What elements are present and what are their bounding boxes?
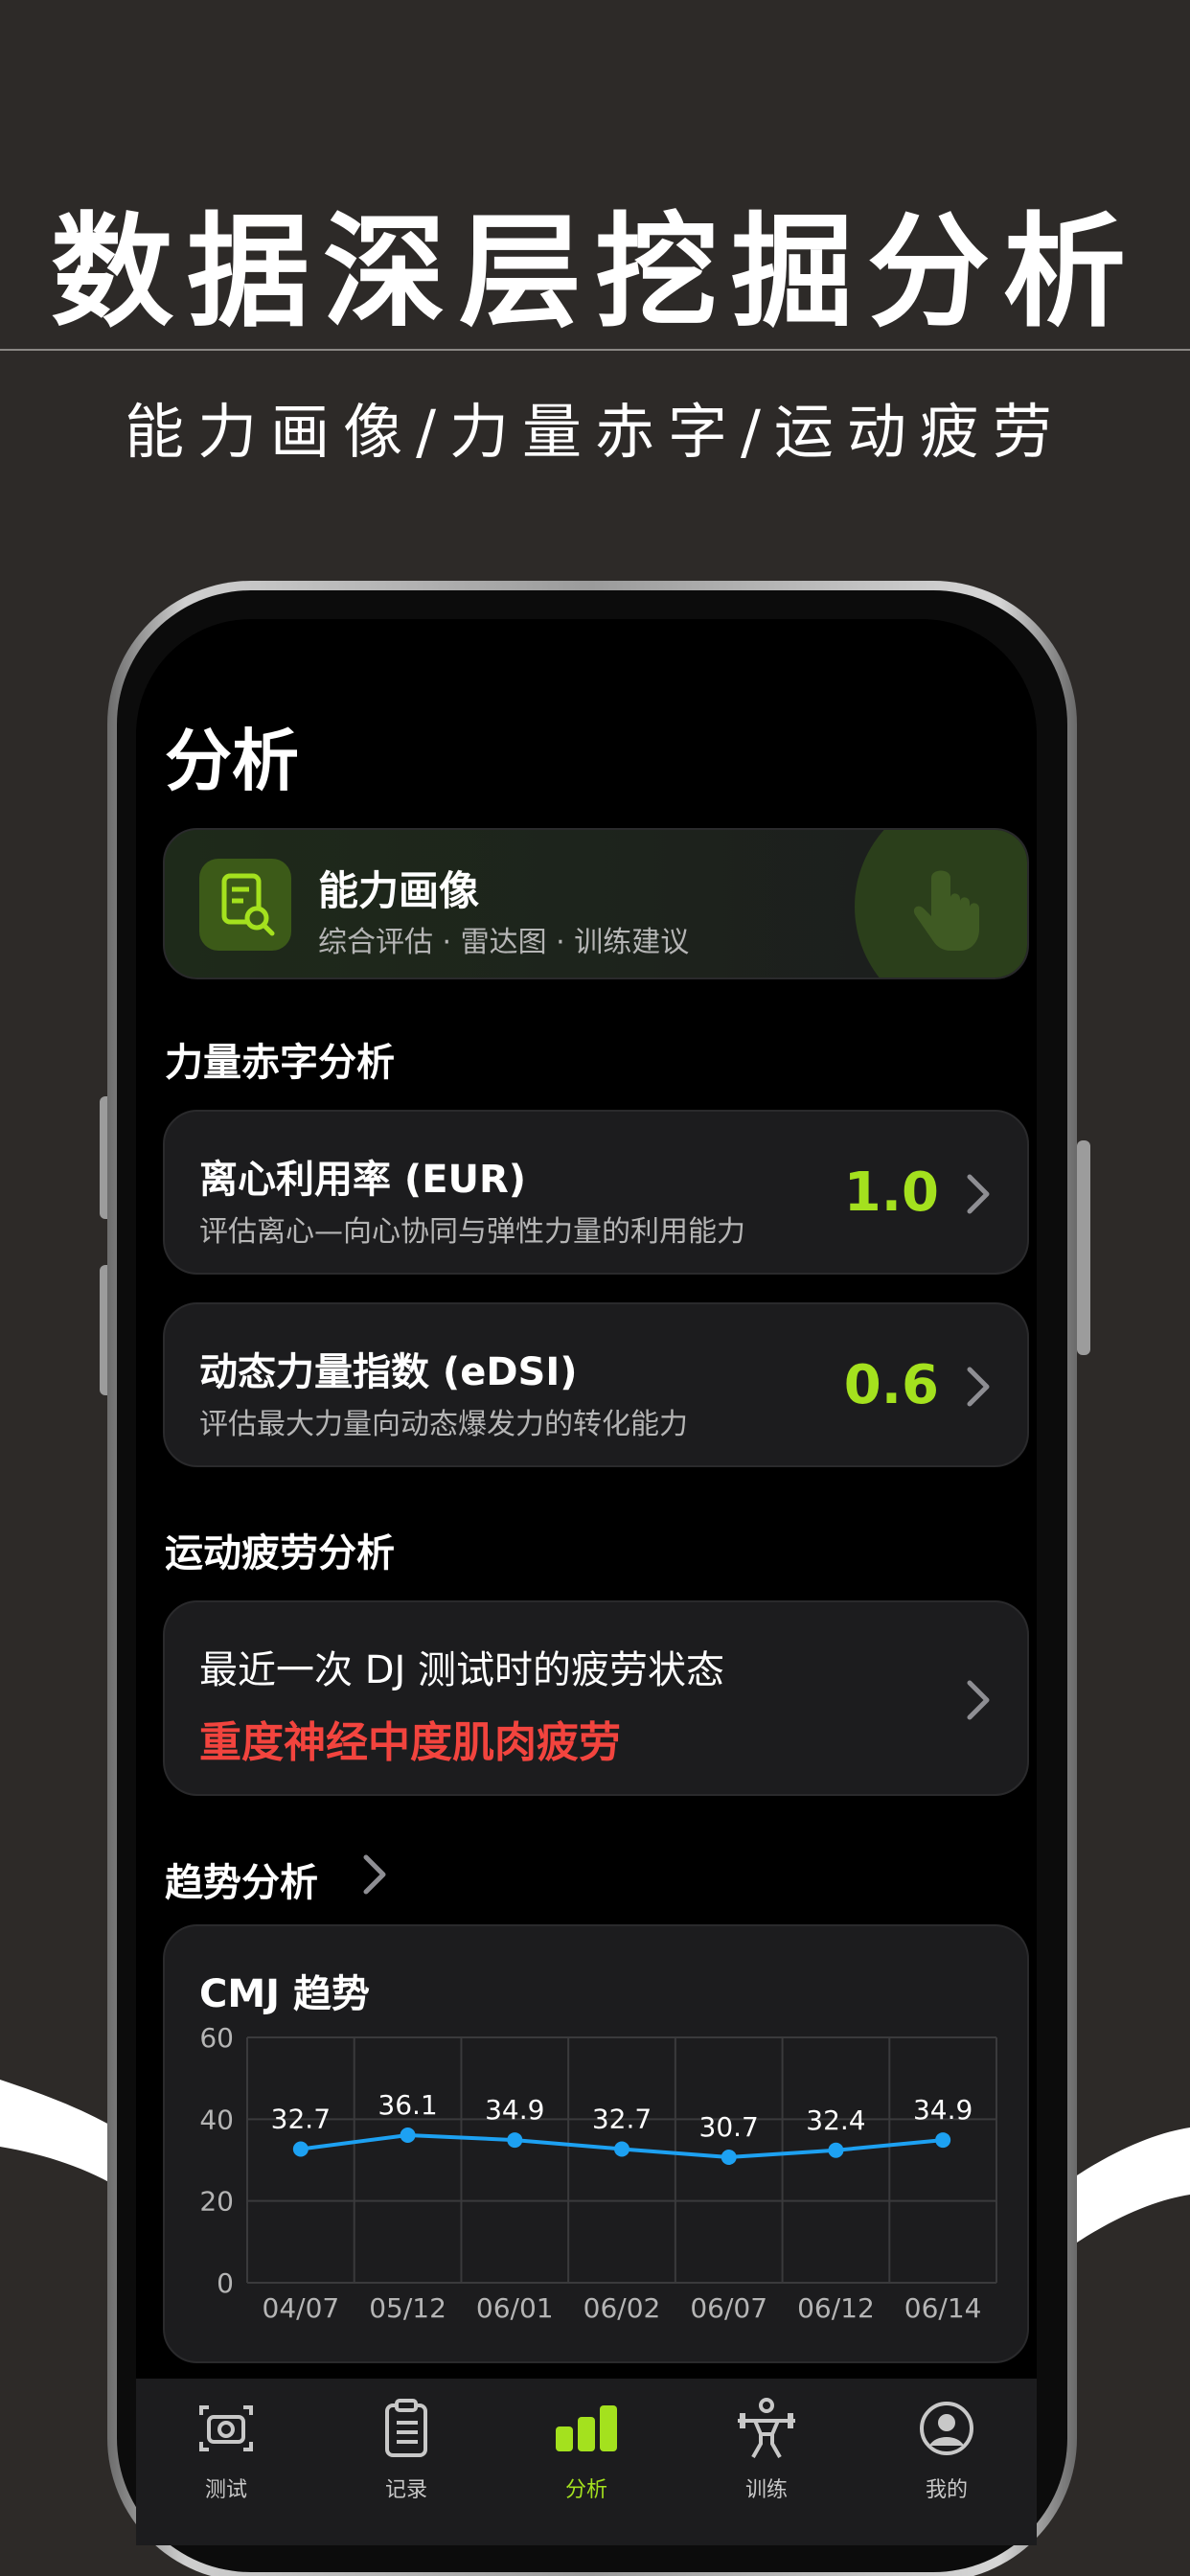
chevron-right-icon bbox=[363, 1854, 386, 1895]
metric-value: 0.6 bbox=[843, 1354, 939, 1416]
x-tick-label: 06/02 bbox=[584, 2292, 661, 2324]
metric-title: 动态力量指数 (eDSI) bbox=[199, 1350, 578, 1394]
data-point bbox=[292, 2141, 309, 2157]
tap-hand-icon bbox=[913, 870, 979, 951]
page-title: 分析 bbox=[165, 722, 299, 800]
y-tick-label: 60 bbox=[199, 2022, 234, 2054]
tab-label: 训练 bbox=[744, 2478, 788, 2502]
promo-divider bbox=[0, 349, 1190, 351]
fatigue-status-card[interactable]: 最近一次 DJ 测试时的疲劳状态 重度神经中度肌肉疲劳 bbox=[163, 1600, 1029, 1796]
ability-profile-card[interactable]: 能力画像 综合评估 · 雷达图 · 训练建议 bbox=[163, 828, 1029, 979]
tab-profile[interactable]: 我的 bbox=[857, 2379, 1037, 2545]
bar-chart-icon bbox=[556, 2405, 617, 2451]
profile-subtitle: 综合评估 · 雷达图 · 训练建议 bbox=[318, 926, 690, 959]
promo-headline: 数据深层挖掘分析 bbox=[50, 201, 1139, 344]
data-point bbox=[614, 2141, 629, 2157]
strength-deficit-section-label: 力量赤字分析 bbox=[165, 1041, 395, 1085]
data-point bbox=[721, 2150, 737, 2166]
weightlifter-icon bbox=[738, 2398, 795, 2458]
cmj-line-chart: 0 20 40 60 04/07 05/12 06/01 06/02 06/07 06/12 06/… bbox=[199, 2022, 997, 2324]
y-tick-label: 40 bbox=[199, 2104, 234, 2135]
tab-label: 记录 bbox=[384, 2478, 427, 2502]
data-label: 34.9 bbox=[913, 2094, 973, 2126]
fatigue-title: 最近一次 DJ 测试时的疲劳状态 bbox=[199, 1648, 725, 1692]
tab-label: 测试 bbox=[204, 2478, 247, 2502]
tab-records[interactable]: 记录 bbox=[316, 2379, 496, 2545]
data-label: 34.9 bbox=[485, 2094, 544, 2126]
clipboard-icon bbox=[385, 2399, 427, 2457]
x-tick-label: 04/07 bbox=[263, 2292, 340, 2324]
fatigue-section-label: 运动疲劳分析 bbox=[165, 1531, 395, 1576]
cmj-trend-chart-card: CMJ 趋势 0 20 40 60 04/07 05/12 06/01 06/02 06/07 0… bbox=[163, 1924, 1029, 2363]
fatigue-status: 重度神经中度肌肉疲劳 bbox=[199, 1718, 621, 1767]
y-tick-label: 20 bbox=[199, 2186, 234, 2218]
data-point bbox=[935, 2132, 951, 2149]
camera-icon bbox=[199, 2405, 253, 2451]
trend-analysis-link[interactable]: 趋势分析 bbox=[165, 1852, 386, 1907]
data-point bbox=[507, 2132, 523, 2149]
data-label: 32.7 bbox=[592, 2103, 652, 2134]
x-tick-label: 06/07 bbox=[690, 2292, 767, 2324]
profile-icon bbox=[199, 859, 291, 951]
x-tick-label: 06/01 bbox=[476, 2292, 554, 2324]
metric-title: 离心利用率 (EUR) bbox=[199, 1158, 527, 1202]
tab-training[interactable]: 训练 bbox=[676, 2379, 857, 2545]
metric-value: 1.0 bbox=[843, 1162, 939, 1224]
chevron-right-icon bbox=[967, 1367, 990, 1407]
data-label: 36.1 bbox=[378, 2089, 437, 2121]
x-tick-label: 05/12 bbox=[369, 2292, 446, 2324]
chevron-right-icon bbox=[967, 1174, 990, 1214]
profile-title: 能力画像 bbox=[318, 867, 480, 914]
tab-label: 我的 bbox=[925, 2478, 968, 2502]
metric-description: 评估最大力量向动态爆发力的转化能力 bbox=[199, 1408, 688, 1441]
bottom-tab-bar: 测试 记录 分析 训练 我的 bbox=[136, 2379, 1037, 2545]
data-label: 30.7 bbox=[699, 2111, 759, 2143]
tab-analysis[interactable]: 分析 bbox=[496, 2379, 676, 2545]
tab-label: 分析 bbox=[564, 2478, 607, 2502]
y-tick-label: 0 bbox=[217, 2267, 234, 2299]
data-label: 32.7 bbox=[271, 2103, 331, 2134]
x-tick-label: 06/14 bbox=[904, 2292, 982, 2324]
promo-subline: 能力画像/力量赤字/运动疲劳 bbox=[125, 397, 1065, 467]
data-label: 32.4 bbox=[806, 2104, 865, 2136]
chevron-right-icon bbox=[967, 1680, 990, 1720]
phone-side-button bbox=[1077, 1140, 1090, 1355]
eur-metric-card[interactable]: 离心利用率 (EUR) 评估离心—向心协同与弹性力量的利用能力 1.0 bbox=[163, 1110, 1029, 1275]
tab-test[interactable]: 测试 bbox=[136, 2379, 316, 2545]
app-screen: 分析 能力画像 综合评估 · 雷达图 · 训练建议 力量赤字分析 离心利用率 (… bbox=[136, 619, 1037, 2545]
data-point bbox=[400, 2127, 416, 2143]
data-point bbox=[828, 2142, 844, 2158]
x-tick-label: 06/12 bbox=[797, 2292, 875, 2324]
edsi-metric-card[interactable]: 动态力量指数 (eDSI) 评估最大力量向动态爆发力的转化能力 0.6 bbox=[163, 1302, 1029, 1467]
user-icon bbox=[920, 2402, 973, 2455]
trend-analysis-label: 趋势分析 bbox=[165, 1861, 318, 1905]
metric-description: 评估离心—向心协同与弹性力量的利用能力 bbox=[199, 1215, 745, 1249]
